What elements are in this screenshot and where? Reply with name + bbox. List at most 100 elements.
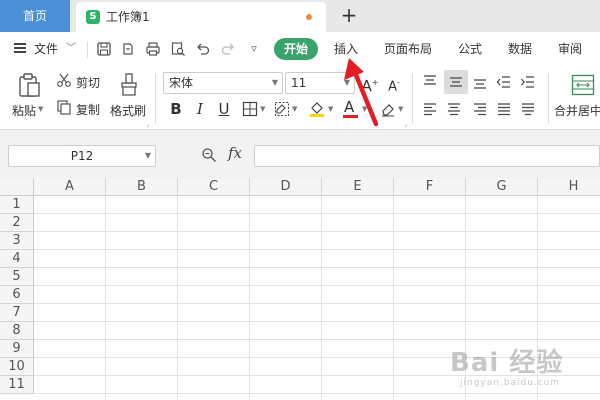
- divider: [87, 42, 88, 58]
- workbook-tab[interactable]: S 工作簿1: [76, 2, 326, 32]
- gridline-horizontal: [34, 249, 600, 250]
- gridline-horizontal: [34, 267, 600, 268]
- formula-input[interactable]: [254, 145, 600, 167]
- gridline-horizontal: [34, 231, 600, 232]
- align-right-icon[interactable]: [472, 101, 488, 117]
- tab-formulas[interactable]: 公式: [458, 32, 482, 66]
- paste-icon[interactable]: [16, 72, 42, 98]
- brush-icon[interactable]: [118, 72, 140, 98]
- unsaved-dot-icon: [306, 14, 312, 20]
- row-header-4[interactable]: 4: [0, 250, 34, 268]
- decrease-indent-icon[interactable]: [496, 74, 512, 90]
- paste-button[interactable]: 粘贴: [12, 102, 36, 119]
- customize-toolbar-icon[interactable]: ▿: [246, 41, 262, 57]
- column-header-b[interactable]: B: [106, 178, 178, 196]
- column-header-f[interactable]: F: [394, 178, 466, 196]
- spreadsheet-app-icon: S: [86, 10, 100, 24]
- print-icon[interactable]: [145, 41, 161, 57]
- ribbon-toolbar: 粘贴 ▼ 剪切 复制 格式刷 宋体 ▼ 11 ▼ A+ A- B I U ▼ ▼…: [0, 66, 600, 130]
- watermark-url: jingyan.baidu.com: [460, 378, 561, 388]
- chevron-down-icon[interactable]: ▼: [260, 105, 265, 113]
- merge-cells-icon[interactable]: [571, 74, 595, 96]
- underline-button[interactable]: U: [214, 99, 234, 119]
- gridline-horizontal: [34, 213, 600, 214]
- distributed-align-icon[interactable]: [520, 101, 536, 117]
- gridline-vertical: [249, 196, 250, 400]
- copy-icon: [56, 99, 72, 115]
- chevron-down-icon[interactable]: ▼: [398, 105, 403, 113]
- font-name-select[interactable]: 宋体 ▼: [163, 72, 283, 94]
- column-header-a[interactable]: A: [34, 178, 106, 196]
- bold-button[interactable]: B: [166, 99, 186, 119]
- chevron-down-icon[interactable]: ﹀: [66, 32, 76, 66]
- gridline-horizontal: [34, 321, 600, 322]
- chevron-down-icon[interactable]: ▼: [292, 105, 297, 113]
- save-icon[interactable]: [96, 41, 112, 57]
- cell-style-icon[interactable]: [274, 101, 290, 117]
- chevron-down-icon: ▼: [271, 78, 278, 87]
- column-header-h[interactable]: H: [538, 178, 600, 196]
- row-header-10[interactable]: 10: [0, 358, 34, 376]
- insert-function-button[interactable]: fx: [228, 144, 242, 162]
- cell-reference: P12: [70, 149, 94, 163]
- divider: [412, 74, 413, 124]
- home-tab[interactable]: 首页: [0, 0, 70, 32]
- name-box[interactable]: P12 ▼: [8, 145, 156, 167]
- format-painter-button[interactable]: 格式刷: [110, 102, 146, 119]
- hamburger-menu-icon[interactable]: [14, 43, 26, 53]
- new-tab-button[interactable]: +: [336, 3, 362, 29]
- tab-review[interactable]: 审阅: [558, 32, 582, 66]
- baidu-watermark: Bai 经验 jingyan.baidu.com: [446, 336, 596, 394]
- divider: [155, 74, 156, 124]
- align-middle-icon[interactable]: [444, 70, 468, 94]
- magnifier-icon[interactable]: [201, 147, 217, 163]
- watermark-text: Bai 经验: [450, 348, 564, 378]
- clipboard-launcher-icon[interactable]: ⌟: [146, 120, 149, 128]
- row-header-7[interactable]: 7: [0, 304, 34, 322]
- fill-color-icon[interactable]: [308, 100, 326, 118]
- row-header-9[interactable]: 9: [0, 340, 34, 358]
- font-name-value: 宋体: [169, 76, 194, 90]
- paste-dropdown-icon[interactable]: ▼: [38, 105, 43, 113]
- cut-button[interactable]: 剪切: [76, 74, 100, 91]
- row-header-11[interactable]: 11: [0, 376, 34, 394]
- gridline-horizontal: [34, 285, 600, 286]
- column-header-g[interactable]: G: [466, 178, 538, 196]
- title-bar: 首页 S 工作簿1 +: [0, 0, 600, 32]
- row-header-2[interactable]: 2: [0, 214, 34, 232]
- undo-icon[interactable]: [195, 41, 211, 57]
- row-header-6[interactable]: 6: [0, 286, 34, 304]
- copy-button[interactable]: 复制: [76, 101, 100, 118]
- justify-icon[interactable]: [496, 101, 512, 117]
- row-header-5[interactable]: 5: [0, 268, 34, 286]
- file-menu[interactable]: 文件: [34, 32, 58, 66]
- align-bottom-icon[interactable]: [472, 74, 488, 90]
- font-size-value: 11: [291, 76, 307, 90]
- workbook-tab-label: 工作簿1: [106, 10, 150, 24]
- align-top-icon[interactable]: [422, 74, 438, 90]
- italic-button[interactable]: I: [190, 99, 210, 119]
- merge-center-button[interactable]: 合并居中: [554, 102, 600, 119]
- gridline-vertical: [321, 196, 322, 400]
- column-header-e[interactable]: E: [322, 178, 394, 196]
- row-header-8[interactable]: 8: [0, 322, 34, 340]
- align-center-icon[interactable]: [446, 101, 462, 117]
- gridline-horizontal: [34, 303, 600, 304]
- output-icon[interactable]: [120, 41, 136, 57]
- tab-start[interactable]: 开始: [274, 38, 318, 60]
- chevron-down-icon[interactable]: ▼: [328, 105, 333, 113]
- increase-indent-icon[interactable]: [520, 74, 536, 90]
- align-left-icon[interactable]: [422, 101, 438, 117]
- row-header-1[interactable]: 1: [0, 196, 34, 214]
- font-launcher-icon[interactable]: ⌟: [404, 120, 407, 128]
- tab-page-layout[interactable]: 页面布局: [384, 32, 432, 66]
- formula-bar: P12 ▼ fx: [0, 130, 600, 178]
- redo-icon[interactable]: [220, 41, 236, 57]
- column-header-c[interactable]: C: [178, 178, 250, 196]
- column-header-d[interactable]: D: [250, 178, 322, 196]
- select-all-corner[interactable]: [0, 178, 34, 196]
- print-preview-icon[interactable]: [170, 41, 186, 57]
- row-header-3[interactable]: 3: [0, 232, 34, 250]
- tab-data[interactable]: 数据: [508, 32, 532, 66]
- border-icon[interactable]: [242, 101, 258, 117]
